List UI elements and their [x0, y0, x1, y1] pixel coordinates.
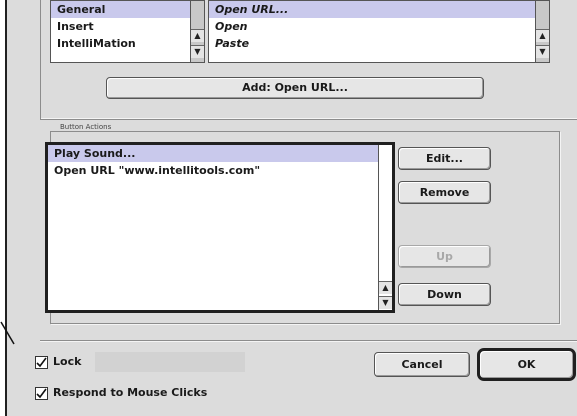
dialog-window: General Insert IntelliMation ▲ ▼ Open UR… — [5, 0, 577, 416]
button-actions-list[interactable]: Play Sound... Open URL "www.intellitools… — [45, 142, 395, 313]
separator — [40, 340, 577, 341]
respond-to-mouse-clicks-label: Respond to Mouse Clicks — [53, 386, 208, 399]
scroll-up-arrow-icon[interactable]: ▲ — [536, 29, 549, 42]
move-down-button[interactable]: Down — [398, 283, 491, 306]
lock-field-background — [95, 352, 245, 372]
category-item-insert[interactable]: Insert — [51, 18, 204, 35]
respond-to-mouse-clicks-checkbox[interactable] — [35, 387, 48, 400]
button-actions-group-label: Button Actions — [57, 123, 115, 131]
category-scrollbar[interactable]: ▲ ▼ — [190, 1, 204, 62]
scroll-down-arrow-icon[interactable]: ▼ — [536, 45, 549, 58]
resize-pointer-icon — [0, 321, 15, 345]
button-action-item[interactable]: Play Sound... — [48, 145, 392, 162]
lock-checkbox[interactable] — [35, 356, 48, 369]
edit-button[interactable]: Edit... — [398, 147, 491, 170]
action-item-open-url[interactable]: Open URL... — [209, 1, 549, 18]
button-actions-scrollbar[interactable]: ▲ ▼ — [378, 145, 392, 310]
button-action-item[interactable]: Open URL "www.intellitools.com" — [48, 162, 392, 179]
checkmark-icon — [36, 357, 47, 368]
checkmark-icon — [36, 388, 47, 399]
scroll-down-arrow-icon[interactable]: ▼ — [191, 45, 204, 58]
move-up-button[interactable]: Up — [398, 245, 491, 268]
cancel-button[interactable]: Cancel — [374, 352, 470, 377]
scroll-down-arrow-icon[interactable]: ▼ — [379, 296, 392, 309]
action-item-open[interactable]: Open — [209, 18, 549, 35]
category-item-general[interactable]: General — [51, 1, 204, 18]
actions-scrollbar[interactable]: ▲ ▼ — [535, 1, 549, 62]
available-actions-list[interactable]: Open URL... Open Paste ▲ ▼ — [208, 0, 550, 63]
scroll-up-arrow-icon[interactable]: ▲ — [379, 281, 392, 294]
lock-label: Lock — [53, 355, 82, 368]
ok-button[interactable]: OK — [477, 348, 576, 381]
action-item-paste[interactable]: Paste — [209, 35, 549, 52]
remove-button[interactable]: Remove — [398, 181, 491, 204]
add-action-button[interactable]: Add: Open URL... — [106, 77, 484, 99]
scroll-up-arrow-icon[interactable]: ▲ — [191, 29, 204, 42]
category-list[interactable]: General Insert IntelliMation ▲ ▼ — [50, 0, 205, 63]
category-item-intellimation[interactable]: IntelliMation — [51, 35, 204, 52]
